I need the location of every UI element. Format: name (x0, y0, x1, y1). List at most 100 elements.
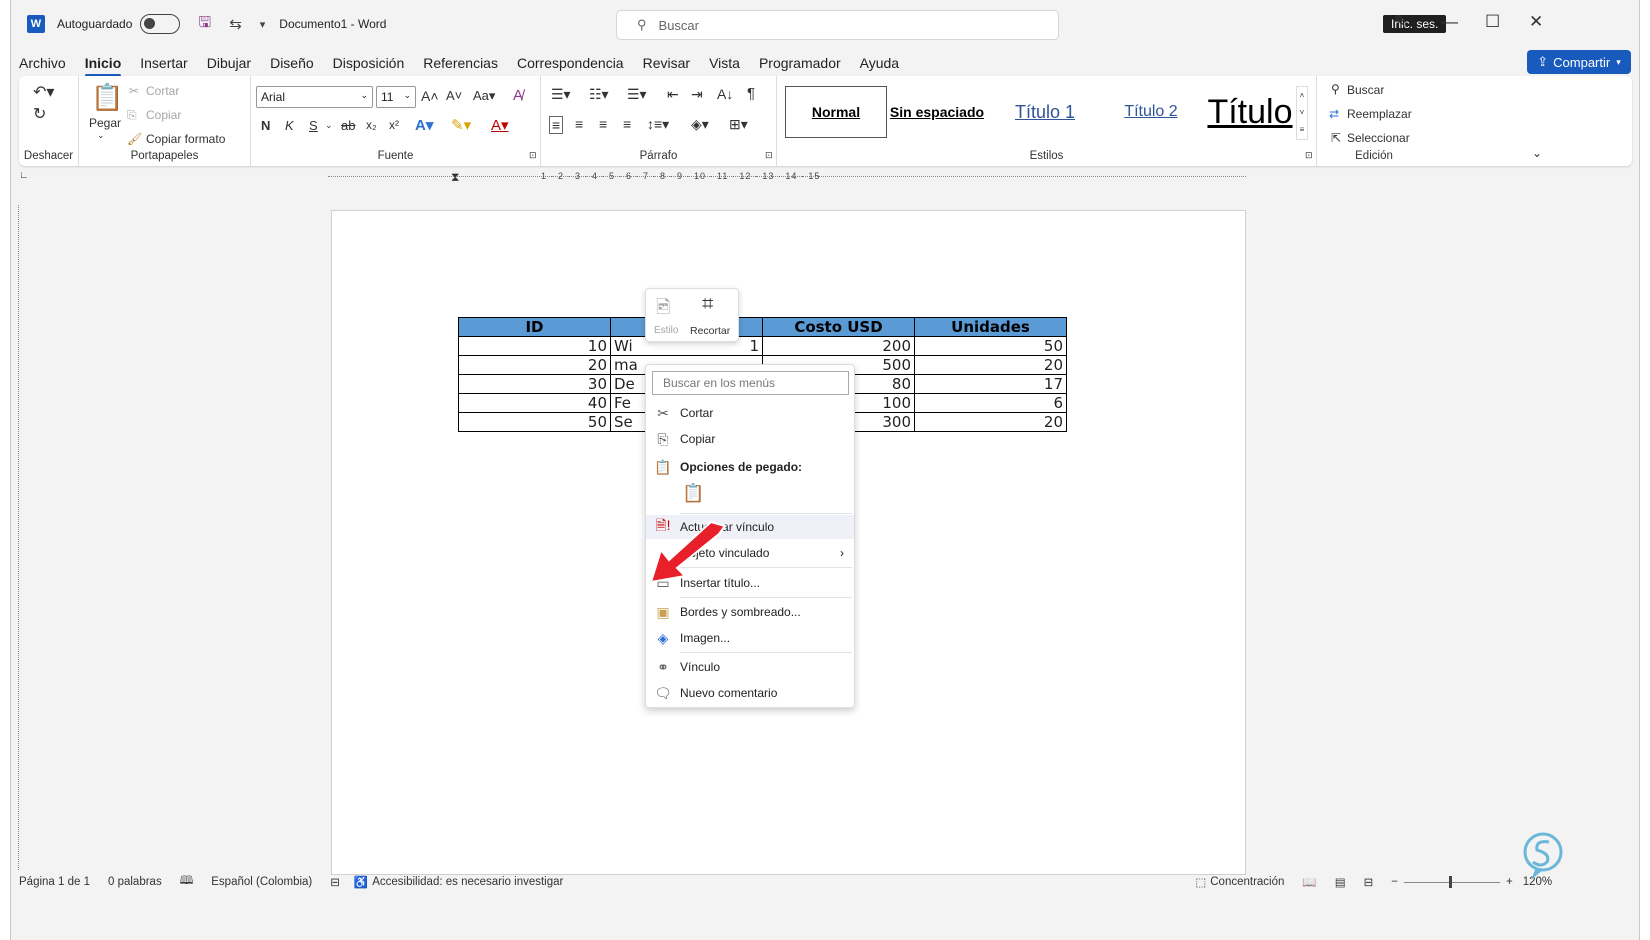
menu-item-link[interactable]: ⚭ Vínculo (646, 655, 854, 679)
align-center-icon[interactable]: ≡ (575, 116, 583, 132)
accessibility-status[interactable]: Accesibilidad: es necesario investigar (372, 876, 563, 888)
grow-font-icon[interactable]: A˄ (421, 88, 439, 104)
change-case-icon[interactable]: Aa▾ (473, 88, 495, 104)
menu-item-copy[interactable]: ⎘ Copiar (646, 427, 854, 451)
tab-correspondencia[interactable]: Correspondencia (517, 55, 624, 71)
horizontal-ruler[interactable]: ∟ 1 · 2 · 3 · 4 · 5 · 6 · 7 · 8 · 9 · 10… (11, 168, 1639, 188)
tab-referencias[interactable]: Referencias (423, 55, 498, 71)
pen-icon[interactable]: ✎ (1394, 12, 1408, 32)
tab-archivo[interactable]: Archivo (19, 55, 66, 71)
zoom-out-icon[interactable]: − (1391, 876, 1398, 888)
tab-inicio[interactable]: Inicio (84, 55, 121, 77)
find-button[interactable]: Buscar (1347, 83, 1384, 97)
focus-button[interactable]: Concentración (1210, 876, 1284, 888)
touch-mode-icon[interactable]: ⇆ (229, 15, 242, 33)
chevron-down-icon[interactable]: ⌄ (97, 130, 105, 141)
italic-button[interactable]: K (285, 118, 294, 133)
save-icon[interactable]: 🖫 (198, 12, 211, 37)
minimize-icon[interactable]: — (1441, 12, 1458, 32)
menu-item-new-comment[interactable]: 🗨 Nuevo comentario (646, 681, 854, 705)
replace-button[interactable]: Reemplazar (1347, 107, 1412, 121)
page-count[interactable]: Página 1 de 1 (19, 876, 90, 888)
numbering-icon[interactable]: ☷▾ (589, 86, 609, 103)
superscript-icon[interactable]: x² (389, 118, 399, 132)
collapse-ribbon-icon[interactable]: ⌄ (1532, 146, 1542, 160)
autosave-toggle[interactable] (140, 14, 181, 34)
align-right-icon[interactable]: ≡ (599, 116, 607, 132)
redo-icon[interactable]: ↻ (33, 104, 46, 124)
tab-programador[interactable]: Programador (759, 55, 841, 71)
chevron-down-icon[interactable]: ⌄ (325, 120, 333, 131)
zoom-in-icon[interactable]: + (1506, 876, 1513, 888)
print-layout-icon[interactable]: ▤ (1335, 875, 1346, 889)
shrink-font-icon[interactable]: A˅ (446, 88, 462, 103)
select-button[interactable]: Seleccionar (1347, 131, 1410, 145)
signin-button[interactable]: Inic. ses. (1383, 15, 1447, 33)
show-marks-icon[interactable]: ¶ (747, 85, 755, 102)
shading-icon[interactable]: ◈▾ (691, 116, 709, 133)
justify-icon[interactable]: ≡ (623, 116, 631, 132)
crop-icon[interactable]: ⌗ (702, 293, 713, 316)
menu-search-input[interactable]: Buscar en los menús (652, 371, 849, 395)
maximize-icon[interactable]: ☐ (1485, 12, 1500, 32)
tab-insertar[interactable]: Insertar (140, 55, 187, 71)
font-size-select[interactable]: 11 ⌄ (376, 86, 416, 108)
tab-diseno[interactable]: Diseño (270, 55, 314, 71)
line-spacing-icon[interactable]: ↕≡▾ (647, 116, 669, 133)
align-left-icon[interactable]: ≡ (549, 116, 564, 134)
web-layout-icon[interactable]: ⊟ (1364, 875, 1374, 889)
style-heading2[interactable]: Título 2 (1101, 86, 1201, 138)
tab-dibujar[interactable]: Dibujar (207, 55, 251, 71)
format-painter-button[interactable]: Copiar formato (146, 132, 225, 146)
word-count[interactable]: 0 palabras (108, 876, 162, 888)
style-heading1[interactable]: Título 1 (995, 86, 1095, 138)
increase-indent-icon[interactable]: ⇥ (691, 86, 703, 103)
table-cell-text: 1 (749, 337, 759, 355)
paste-keep-format-icon[interactable]: 📋 (682, 483, 704, 504)
style-no-spacing[interactable]: Sin espaciado (889, 86, 985, 138)
dialog-launcher-icon[interactable]: ⊡ (1305, 150, 1313, 161)
indent-marker-icon[interactable]: ⧗ (451, 170, 459, 185)
customize-qat-icon[interactable]: ▾ (260, 18, 266, 31)
macro-icon[interactable]: ⊟ (330, 875, 340, 889)
language[interactable]: Español (Colombia) (211, 876, 312, 888)
font-color-icon[interactable]: A▾ (491, 116, 509, 134)
paste-icon[interactable]: 📋 (91, 82, 123, 113)
bullets-icon[interactable]: ☰▾ (551, 86, 571, 103)
cut-button[interactable]: Cortar (146, 84, 179, 98)
text-effects-icon[interactable]: A▾ (415, 116, 433, 134)
underline-button[interactable]: S (309, 118, 318, 133)
search-box[interactable]: ⚲ Buscar (616, 10, 1059, 40)
read-mode-icon[interactable]: 📖 (1302, 875, 1316, 889)
styles-scroll[interactable]: ˄ ˅ ≡ (1296, 86, 1308, 140)
tab-disposicion[interactable]: Disposición (333, 55, 405, 71)
borders-icon[interactable]: ⊞▾ (729, 116, 748, 133)
tab-selector-icon[interactable]: ∟ (19, 170, 29, 181)
close-icon[interactable]: ✕ (1529, 12, 1543, 32)
zoom-slider[interactable] (1403, 875, 1500, 888)
strikethrough-icon[interactable]: ab (341, 118, 355, 133)
subscript-icon[interactable]: x₂ (366, 118, 377, 132)
decrease-indent-icon[interactable]: ⇤ (667, 86, 679, 103)
tab-revisar[interactable]: Revisar (643, 55, 690, 71)
menu-item-borders-shading[interactable]: ▣ Bordes y sombreado... (646, 600, 854, 624)
share-button[interactable]: ⇪ Compartir ▾ (1527, 50, 1631, 74)
proofing-icon[interactable]: 🕮 (180, 873, 194, 892)
paste-button[interactable]: Pegar (89, 116, 121, 130)
bold-button[interactable]: N (261, 118, 270, 133)
style-title[interactable]: Título (1195, 86, 1305, 138)
tab-ayuda[interactable]: Ayuda (860, 55, 899, 71)
menu-item-picture[interactable]: ◈ Imagen... (646, 626, 854, 650)
vertical-ruler[interactable] (18, 205, 36, 870)
crop-button[interactable]: Recortar (690, 325, 730, 337)
sort-icon[interactable]: A↓ (717, 86, 733, 102)
tab-vista[interactable]: Vista (709, 55, 740, 71)
copy-button[interactable]: Copiar (146, 108, 181, 122)
menu-item-cut[interactable]: ✂ Cortar (646, 401, 854, 425)
multilevel-list-icon[interactable]: ☰▾ (627, 86, 647, 103)
style-normal[interactable]: Normal (785, 86, 887, 138)
undo-icon[interactable]: ↶▾ (33, 82, 54, 102)
font-family-select[interactable]: Arial ⌄ (256, 86, 373, 108)
clear-format-icon[interactable]: A̸ (513, 87, 523, 104)
highlight-icon[interactable]: ✎▾ (451, 116, 471, 134)
